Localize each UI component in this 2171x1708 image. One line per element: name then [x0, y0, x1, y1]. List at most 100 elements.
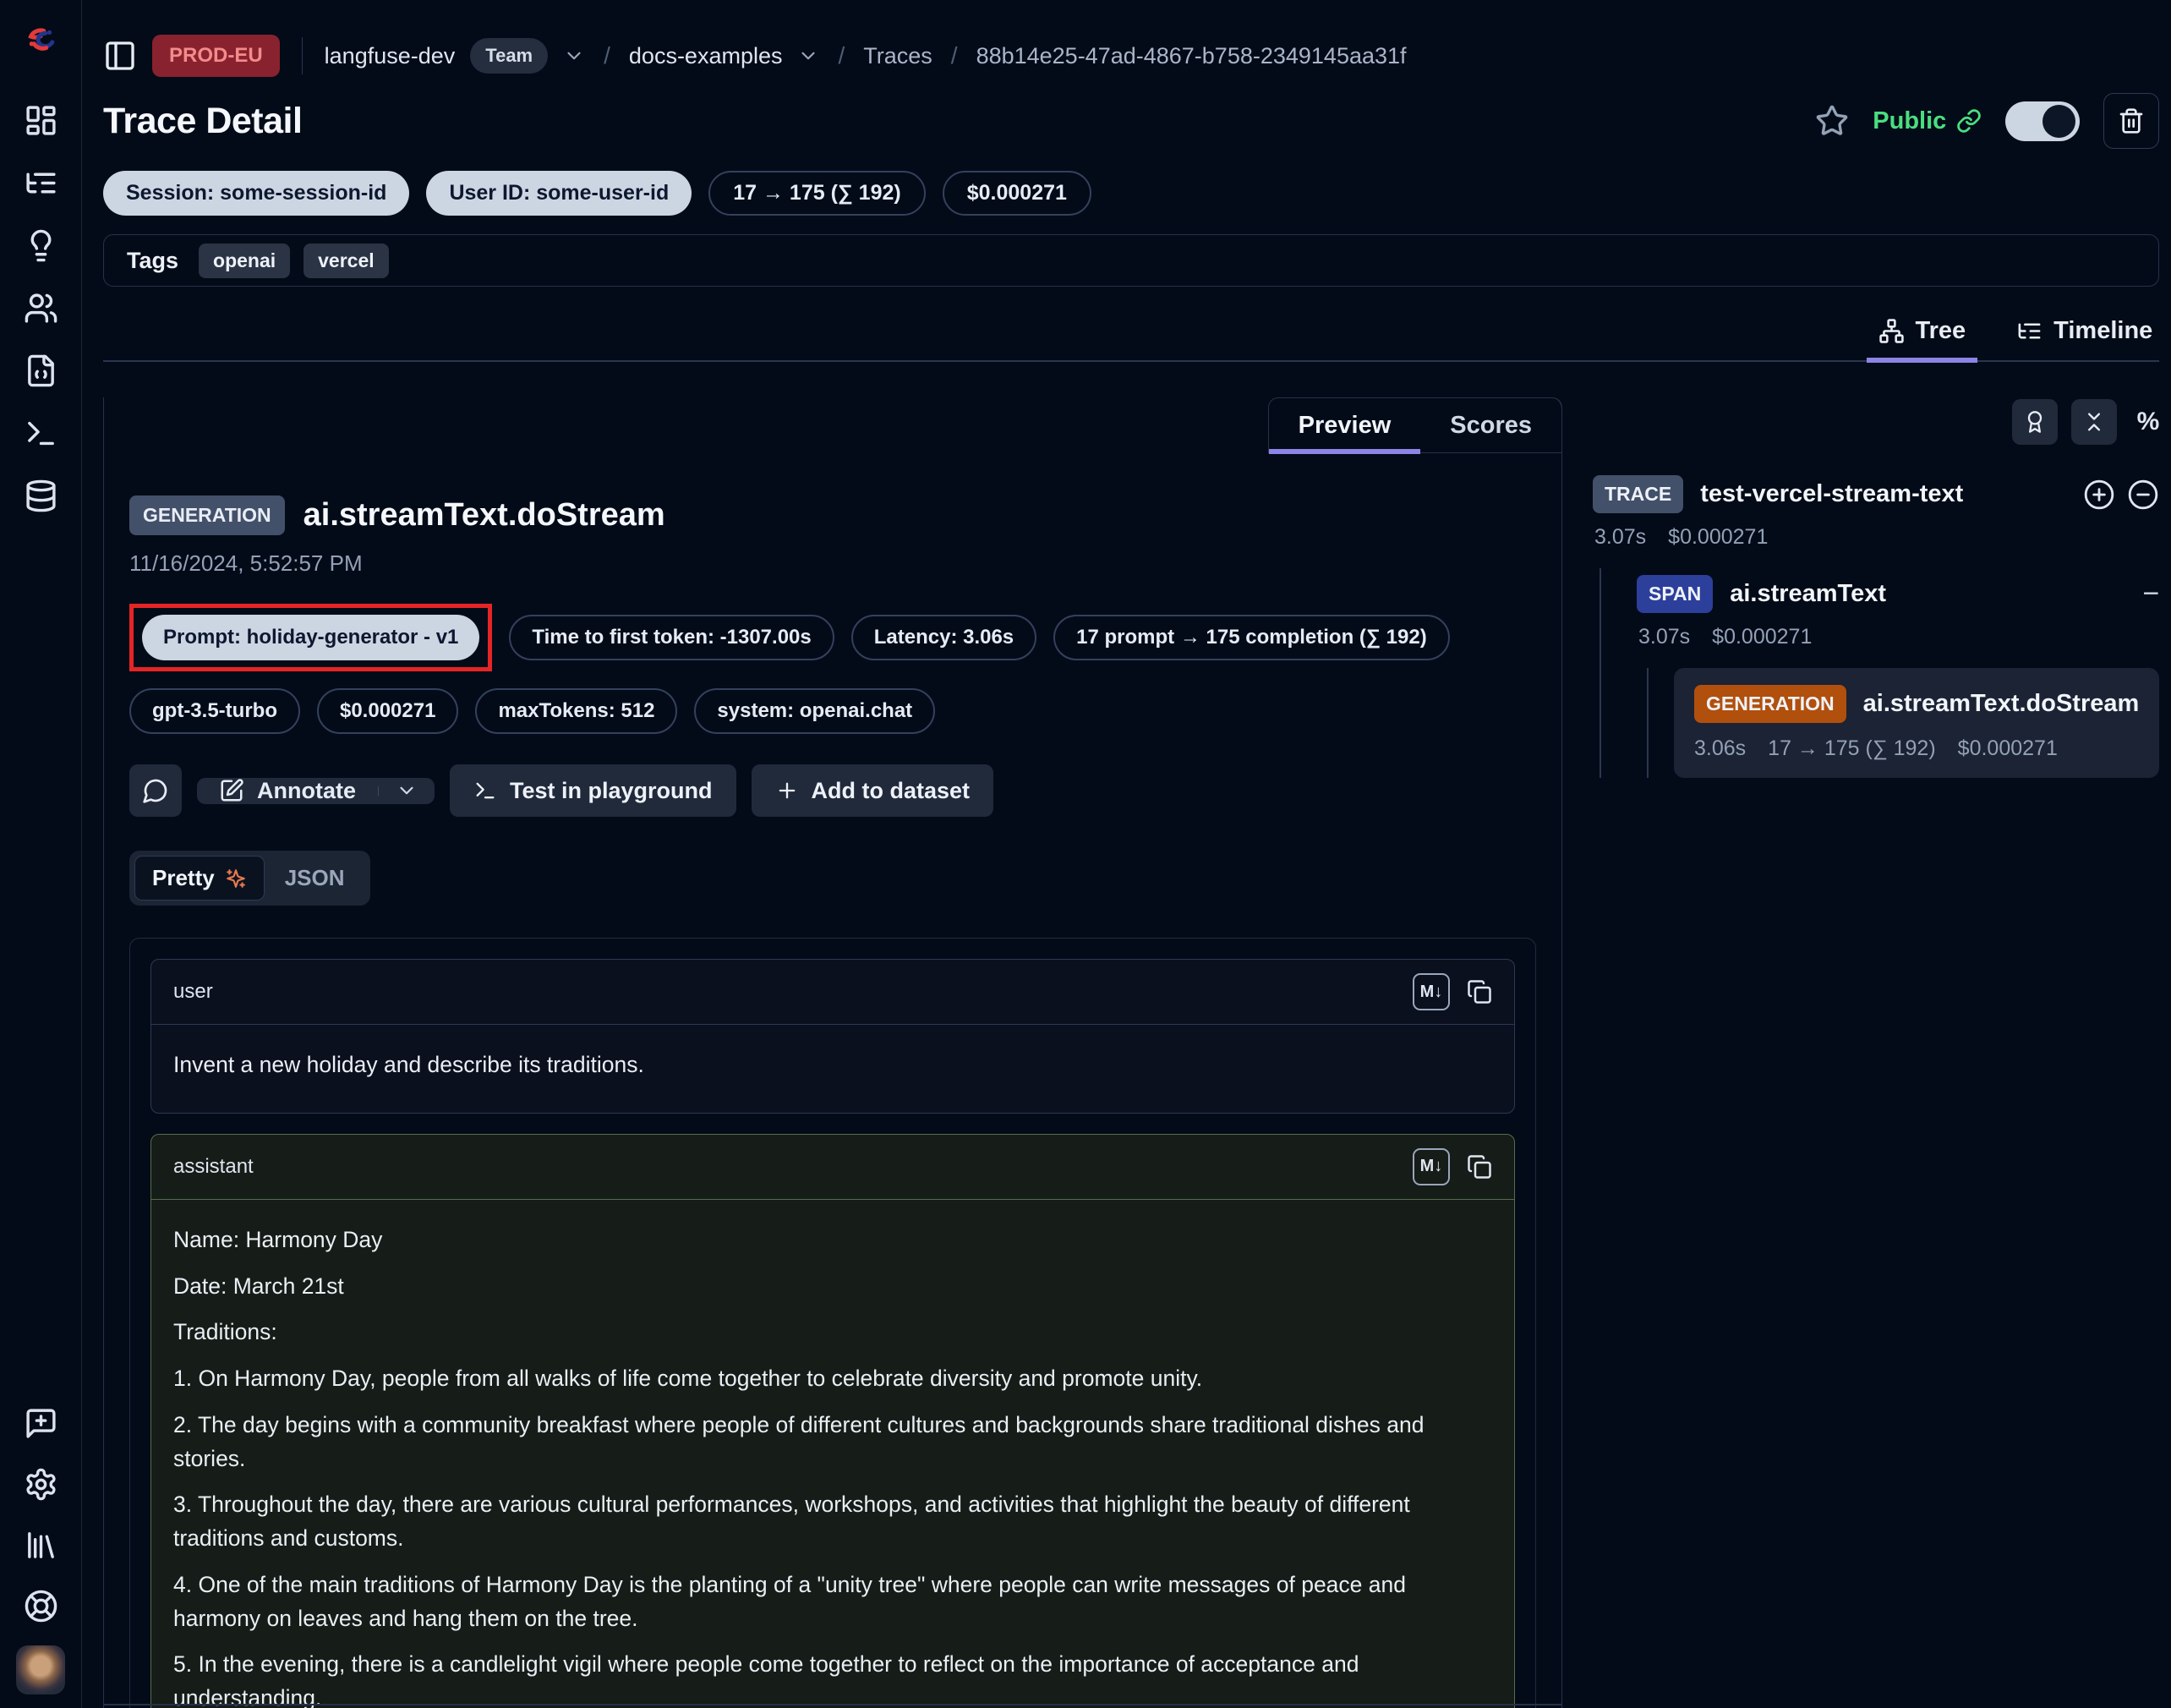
markdown-toggle-icon[interactable]: M↓: [1413, 1148, 1450, 1185]
dashboard-icon[interactable]: [24, 103, 58, 138]
copy-icon[interactable]: [1467, 1154, 1492, 1180]
trace-stats: 3.07s $0.000271: [1594, 525, 2159, 550]
tree-icon: [1878, 318, 1905, 344]
bottom-divider: [103, 1704, 1562, 1705]
tracing-icon[interactable]: [24, 166, 58, 200]
timeline-icon: [2016, 318, 2042, 344]
message-line: 3. Throughout the day, there are various…: [173, 1488, 1492, 1556]
message-line: Date: March 21st: [173, 1270, 1492, 1304]
delete-trace-button[interactable]: [2103, 93, 2159, 149]
trace-detail-page: PROD-EU langfuse-dev Team / docs-example…: [0, 0, 2171, 1708]
message-line: Invent a new holiday and describe its tr…: [173, 1048, 1492, 1082]
observation-type-badge: GENERATION: [129, 495, 285, 535]
model-chip[interactable]: gpt-3.5-turbo: [129, 688, 300, 734]
format-json[interactable]: JSON: [265, 857, 365, 900]
breadcrumb-project[interactable]: docs-examples: [629, 43, 783, 69]
trace-node-row[interactable]: TRACE test-vercel-stream-text: [1593, 475, 2159, 513]
latency-value: 3.06s: [1694, 736, 1746, 761]
main-area: PROD-EU langfuse-dev Team / docs-example…: [82, 0, 2171, 1708]
plus-icon: [775, 779, 799, 802]
pretty-label: Pretty: [152, 865, 215, 891]
breadcrumb-separator: /: [600, 42, 614, 69]
feedback-icon[interactable]: [24, 1406, 58, 1441]
collapse-all-icon[interactable]: [2127, 479, 2159, 511]
tokens-value: 17 → 175 (∑ 192): [1768, 736, 1936, 761]
tab-tree-label: Tree: [1916, 317, 1966, 345]
chevron-down-icon[interactable]: [797, 45, 819, 67]
trace-tree-panel: % TRACE test-vercel-stream-text 3.07s $0…: [1593, 397, 2159, 778]
tab-tree[interactable]: Tree: [1872, 317, 1973, 360]
metrics-toggle-icon[interactable]: %: [2137, 408, 2160, 436]
sidebar-collapse-icon[interactable]: [103, 39, 137, 73]
message-line: Name: Harmony Day: [173, 1224, 1492, 1257]
page-title: Trace Detail: [103, 101, 302, 142]
scores-award-button[interactable]: [2012, 399, 2058, 445]
library-icon[interactable]: [24, 1528, 58, 1563]
generation-stats: 3.06s 17 → 175 (∑ 192) $0.000271: [1694, 736, 2139, 761]
environment-badge: PROD-EU: [152, 35, 280, 77]
assistant-message-content: Name: Harmony Day Date: March 21st Tradi…: [151, 1200, 1514, 1708]
tag-chip: openai: [199, 244, 290, 278]
observation-title: ai.streamText.doStream: [304, 497, 665, 534]
settings-gear-icon[interactable]: [24, 1467, 58, 1502]
breadcrumb-org[interactable]: langfuse-dev: [325, 43, 456, 69]
annotate-dropdown-chevron-icon[interactable]: [379, 778, 435, 804]
latency-chip: Latency: 3.06s: [851, 615, 1036, 660]
breadcrumb: PROD-EU langfuse-dev Team / docs-example…: [103, 30, 2159, 81]
message-line: Traditions:: [173, 1316, 1492, 1349]
users-icon[interactable]: [24, 291, 58, 326]
tag-chip: vercel: [304, 244, 389, 278]
observation-detail-card: Preview Scores GENERATION ai.streamText.…: [103, 397, 1562, 1708]
langfuse-logo-icon[interactable]: [21, 20, 60, 59]
tab-timeline[interactable]: Timeline: [2010, 317, 2159, 360]
message-line: 1. On Harmony Day, people from all walks…: [173, 1362, 1492, 1396]
assistant-message-card: assistant M↓ Name: Harmony Day Date: Mar…: [150, 1134, 1515, 1708]
prompt-chip[interactable]: Prompt: holiday-generator - v1: [142, 615, 479, 660]
tab-scores[interactable]: Scores: [1420, 398, 1561, 452]
tags-box[interactable]: Tags openai vercel: [103, 234, 2159, 287]
public-label: Public: [1873, 107, 1946, 135]
public-link[interactable]: Public: [1873, 107, 1982, 135]
cost-chip: $0.000271: [317, 688, 458, 734]
copy-icon[interactable]: [1467, 979, 1492, 1005]
user-message-card: user M↓ Invent a new holiday and describ…: [150, 959, 1515, 1114]
collapse-all-button[interactable]: [2071, 399, 2117, 445]
sparkles-icon: [225, 868, 247, 890]
playground-label: Test in playground: [510, 778, 713, 804]
datasets-database-icon[interactable]: [24, 479, 58, 513]
collapse-node-icon[interactable]: −: [2142, 578, 2159, 610]
user-avatar[interactable]: [16, 1645, 65, 1694]
token-usage-pill: 17 → 175 (∑ 192): [708, 171, 926, 216]
generation-node-row-selected[interactable]: GENERATION ai.streamText.doStream 3.06s …: [1674, 668, 2159, 778]
breadcrumb-trace-id: 88b14e25-47ad-4867-b758-2349145aa31f: [976, 43, 1407, 69]
prompts-file-icon[interactable]: [24, 353, 58, 388]
trace-controls: Public: [1815, 93, 2159, 149]
star-icon[interactable]: [1815, 104, 1849, 138]
trace-badge: TRACE: [1593, 475, 1683, 513]
trace-name: test-vercel-stream-text: [1700, 480, 1963, 508]
system-chip: system: openai.chat: [694, 688, 935, 734]
chevron-down-icon[interactable]: [563, 45, 585, 67]
user-id-pill[interactable]: User ID: some-user-id: [426, 171, 692, 216]
tab-timeline-label: Timeline: [2053, 317, 2152, 345]
tab-preview[interactable]: Preview: [1269, 398, 1421, 452]
annotate-button[interactable]: Annotate: [197, 778, 378, 804]
cost-value: $0.000271: [1958, 736, 2058, 761]
dataset-label: Add to dataset: [812, 778, 971, 804]
format-pretty[interactable]: Pretty: [134, 856, 265, 901]
latency-value: 3.07s: [1594, 525, 1646, 550]
support-lifebuoy-icon[interactable]: [24, 1589, 58, 1623]
user-message-content: Invent a new holiday and describe its tr…: [151, 1025, 1514, 1113]
public-toggle[interactable]: [2005, 101, 2080, 141]
comment-button[interactable]: [129, 764, 182, 817]
span-node-row[interactable]: SPAN ai.streamText −: [1637, 575, 2159, 613]
markdown-toggle-icon[interactable]: M↓: [1413, 973, 1450, 1010]
lightbulb-icon[interactable]: [24, 228, 58, 263]
expand-all-icon[interactable]: [2083, 479, 2115, 511]
breadcrumb-traces[interactable]: Traces: [863, 43, 932, 69]
playground-terminal-icon[interactable]: [24, 416, 58, 451]
test-in-playground-button[interactable]: Test in playground: [450, 764, 736, 817]
add-to-dataset-button[interactable]: Add to dataset: [752, 764, 994, 817]
session-pill[interactable]: Session: some-session-id: [103, 171, 409, 216]
breadcrumb-separator: /: [834, 42, 848, 69]
